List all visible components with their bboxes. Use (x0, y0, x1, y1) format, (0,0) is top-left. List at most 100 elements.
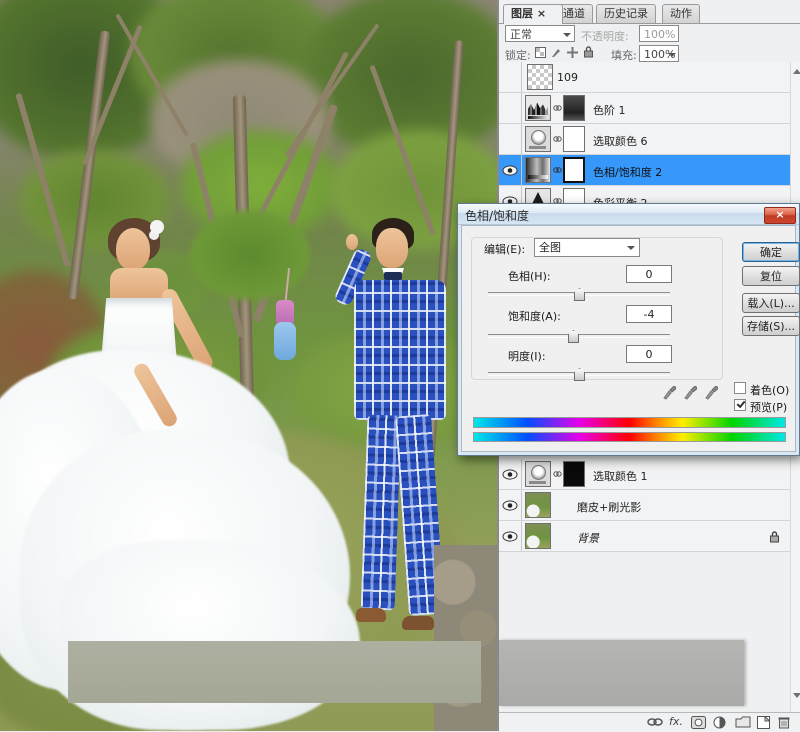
groom-jacket (354, 280, 446, 420)
edit-label: 编辑(E): (484, 243, 526, 256)
censor-bar-photo (68, 641, 481, 703)
layers-panel-toolbar: fx. (499, 712, 800, 732)
layer-thumbnail-photo[interactable] (525, 492, 551, 518)
hue-saturation-dialog: 色相/饱和度 × 编辑(E): 全图 色相(H): 0 饱和度(A): -4 明… (457, 203, 800, 456)
layer-name[interactable]: 选取颜色 1 (593, 468, 648, 484)
tab-history[interactable]: 历史记录 (596, 4, 656, 23)
eyedropper-icon[interactable] (662, 384, 677, 400)
mask-link-icon (553, 105, 562, 111)
lock-brush-icon[interactable] (551, 47, 562, 61)
mask-link-icon (553, 136, 562, 142)
fill-label: 填充: (611, 49, 637, 62)
censor-bar-panel (499, 640, 744, 706)
layer-mask-thumbnail[interactable] (563, 95, 585, 121)
saturation-slider[interactable] (488, 330, 670, 343)
ok-button[interactable]: 确定 (742, 242, 800, 262)
new-group-icon[interactable] (735, 716, 751, 731)
tab-layers[interactable]: 图层 × (503, 4, 563, 24)
background-lock-icon (770, 531, 779, 543)
load-button[interactable]: 载入(L)... (742, 293, 800, 313)
new-adjustment-layer-icon[interactable] (713, 716, 726, 732)
visibility-toggle[interactable] (499, 124, 522, 154)
dialog-close-button[interactable]: × (764, 207, 796, 224)
layer-row-selective6[interactable]: 选取颜色 6 (499, 124, 790, 155)
layer-name[interactable]: 磨皮+刷光影 (577, 499, 641, 515)
lock-move-icon[interactable] (567, 47, 578, 61)
layer-row-background[interactable]: 背景 (499, 521, 790, 552)
adjustment-thumbnail-selective-color[interactable] (525, 461, 551, 487)
layer-thumbnail-photo[interactable] (525, 523, 551, 549)
groom-shoe (356, 608, 386, 622)
adjustment-thumbnail-selective-color[interactable] (525, 126, 551, 152)
eye-icon (502, 531, 518, 542)
eyedropper-plus-icon[interactable] (683, 384, 698, 400)
groom-left-leg (360, 414, 402, 611)
scroll-up-icon[interactable] (793, 65, 800, 74)
eye-icon (502, 469, 518, 480)
new-layer-icon[interactable] (757, 715, 771, 732)
tab-actions[interactable]: 动作 (662, 4, 700, 23)
saturation-input[interactable]: -4 (626, 305, 672, 323)
stone-wall (434, 545, 497, 731)
lock-transparent-icon[interactable] (535, 47, 546, 58)
check-icon (736, 398, 746, 409)
lightness-input[interactable]: 0 (626, 345, 672, 363)
panel-tab-bar: 图层 × 通道 历史记录 动作 (499, 2, 800, 24)
layer-name[interactable]: 色相/饱和度 2 (593, 164, 662, 180)
layer-row-hue-saturation2[interactable]: 色相/饱和度 2 (499, 155, 790, 186)
layer-row-retouch[interactable]: 磨皮+刷光影 (499, 490, 790, 521)
layer-thumbnail[interactable] (527, 64, 553, 90)
save-button[interactable]: 存储(S)... (742, 316, 800, 336)
blend-row: 正常 不透明度: 100% (499, 24, 800, 44)
colorize-checkbox[interactable] (734, 382, 746, 394)
preview-label: 预览(P) (750, 401, 788, 414)
visibility-toggle[interactable] (499, 521, 522, 551)
delete-layer-icon[interactable] (778, 716, 790, 732)
add-layer-mask-icon[interactable] (691, 716, 706, 732)
layer-row-109[interactable]: 109 (499, 62, 790, 93)
preview-checkbox[interactable] (734, 398, 746, 411)
link-layers-icon[interactable] (647, 716, 663, 731)
layer-mask-thumbnail[interactable] (563, 461, 585, 487)
hue-label: 色相(H): (508, 270, 551, 283)
scroll-down-icon[interactable] (793, 693, 800, 702)
bride-figure (0, 210, 360, 730)
dialog-body: 编辑(E): 全图 色相(H): 0 饱和度(A): -4 明度(I): 0 确… (461, 225, 800, 452)
dialog-title-bar[interactable]: 色相/饱和度 (458, 204, 799, 225)
close-icon: × (775, 208, 785, 221)
fill-value[interactable]: 100% (639, 45, 679, 62)
layer-mask-thumbnail-active[interactable] (563, 157, 585, 183)
layer-mask-thumbnail[interactable] (563, 126, 585, 152)
photoshop-workspace: { "panel": { "tabs": [ {"label": "图层", "… (0, 0, 800, 732)
layer-style-fx-icon[interactable]: fx. (669, 715, 683, 728)
adjustment-thumbnail-levels[interactable] (525, 95, 551, 121)
hue-slider[interactable] (488, 288, 670, 301)
hue-input[interactable]: 0 (626, 265, 672, 283)
adjustment-thumbnail-hue-saturation[interactable] (525, 157, 551, 183)
lock-row: 锁定: 填充: 100% (499, 45, 800, 62)
layer-name[interactable]: 109 (557, 71, 578, 84)
visibility-toggle[interactable] (499, 62, 522, 92)
eyedropper-minus-icon[interactable] (704, 384, 719, 400)
layer-name[interactable]: 色阶 1 (593, 102, 626, 118)
layer-row-selective1[interactable]: 选取颜色 1 (499, 459, 790, 490)
tab-close-icon[interactable]: × (537, 7, 546, 20)
hue-spectrum-bar-top (473, 417, 786, 428)
layer-row-levels1[interactable]: 色阶 1 (499, 93, 790, 124)
edit-select[interactable]: 全图 (534, 238, 640, 257)
reset-button[interactable]: 复位 (742, 266, 800, 286)
hue-spectrum-bar-bottom (473, 432, 786, 442)
saturation-label: 饱和度(A): (508, 310, 561, 323)
visibility-toggle[interactable] (499, 459, 522, 489)
visibility-toggle[interactable] (499, 155, 522, 185)
opacity-value[interactable]: 100% (639, 25, 679, 42)
groom-shoe (402, 616, 434, 630)
layer-name[interactable]: 选取颜色 6 (593, 133, 648, 149)
lock-all-icon[interactable] (583, 46, 594, 61)
lightness-slider[interactable] (488, 368, 670, 381)
visibility-toggle[interactable] (499, 490, 522, 520)
layer-name[interactable]: 背景 (577, 530, 599, 546)
mask-link-icon (553, 167, 562, 173)
visibility-toggle[interactable] (499, 93, 522, 123)
blend-mode-select[interactable]: 正常 (505, 25, 575, 42)
